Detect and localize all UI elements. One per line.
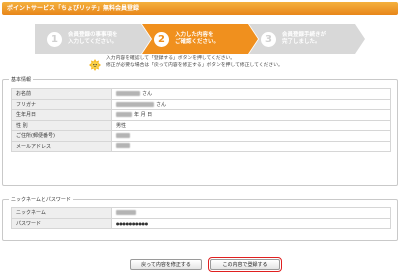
mascot-icon [89, 59, 101, 71]
table-row: ニックネーム [11, 207, 391, 219]
step-3-number: 3 [261, 31, 276, 47]
gender-value: 男性 [111, 119, 391, 131]
page-title: ポイントサービス「ちょびリッチ」無料会員登録 [7, 5, 140, 12]
postal-code-label: ご住所(郵便番号) [11, 130, 112, 142]
basic-info-legend: 基本情報 [9, 76, 34, 83]
confirmation-notice: 入力内容を確認して「登録する」ボタンを押してください。 修正が必要な場合は「戻っ… [106, 56, 283, 69]
nickname-password-legend: ニックネームとパスワード [9, 196, 73, 203]
step-2-text-line2: ご確認ください。 [175, 39, 220, 45]
notice-line-2: 修正が必要な場合は「戻って内容を修正する」ボタンを押して修正してください。 [106, 62, 283, 68]
password-value: ●●●●●●●●●● [111, 217, 391, 229]
name-suffix: さん [142, 91, 153, 98]
nickname-label: ニックネーム [11, 207, 112, 219]
name-label: お名前 [11, 88, 112, 100]
birthdate-value: 年 月 日 [111, 109, 391, 121]
table-row: お名前 さん [11, 88, 391, 100]
email-label: メールアドレス [11, 140, 112, 152]
step-2-text-line1: 入力した内容を [175, 32, 214, 38]
table-row: 性 別 男性 [11, 119, 391, 131]
step-2-text: 入力した内容を ご確認ください。 [175, 32, 219, 46]
nickname-value [111, 207, 391, 219]
basic-info-section: 基本情報 お名前 さん フリガナ さん 生年月日 年 月 日 性 別 男性 ご住… [2, 76, 398, 186]
furigana-suffix: さん [156, 101, 167, 108]
furigana-value: さん [111, 98, 391, 110]
page-title-bar: ポイントサービス「ちょびリッチ」無料会員登録 [2, 2, 398, 15]
step-2-number: 2 [154, 31, 169, 47]
step-1-text: 会員登録の事事項を 入力してください。 [68, 32, 118, 46]
step-1-text-line2: 入力してください。 [68, 39, 118, 45]
name-value: さん [111, 88, 391, 100]
step-3: 3 会員登録手続きが 完了しました。 [249, 24, 365, 54]
postal-code-value [111, 130, 391, 142]
gender-label: 性 別 [11, 119, 112, 131]
step-1: 1 会員登録の事事項を 入力してください。 [35, 24, 151, 54]
birthdate-label: 生年月日 [11, 109, 112, 121]
step-3-text-line2: 完了しました。 [282, 39, 321, 45]
step-2: 2 入力した内容を ご確認ください。 [142, 24, 258, 54]
table-row: フリガナ さん [11, 98, 391, 110]
progress-steps: 1 会員登録の事事項を 入力してください。 2 入力した内容を ご確認ください。… [35, 24, 365, 54]
nickname-password-table: ニックネーム パスワード ●●●●●●●●●● [11, 207, 391, 229]
submit-register-button[interactable]: この内容で登録する [208, 257, 282, 272]
back-edit-button[interactable]: 戻って内容を修正する [130, 259, 202, 270]
step-3-text-line1: 会員登録手続きが [282, 32, 327, 38]
step-3-text: 会員登録手続きが 完了しました。 [282, 32, 326, 46]
email-value [111, 140, 391, 152]
table-row: 生年月日 年 月 日 [11, 109, 391, 121]
step-1-number: 1 [47, 31, 62, 47]
table-row: パスワード ●●●●●●●●●● [11, 217, 391, 229]
table-row: メールアドレス [11, 140, 391, 152]
password-label: パスワード [11, 217, 112, 229]
step-1-text-line1: 会員登録の事事項を [68, 32, 118, 38]
nickname-password-section: ニックネームとパスワード ニックネーム パスワード ●●●●●●●●●● [2, 196, 398, 241]
furigana-label: フリガナ [11, 98, 112, 110]
action-buttons: 戻って内容を修正する この内容で登録する [0, 257, 400, 272]
table-row: ご住所(郵便番号) [11, 130, 391, 142]
basic-info-table: お名前 さん フリガナ さん 生年月日 年 月 日 性 別 男性 ご住所(郵便番… [11, 88, 391, 152]
birthdate-suffix: 年 月 日 [134, 112, 153, 119]
